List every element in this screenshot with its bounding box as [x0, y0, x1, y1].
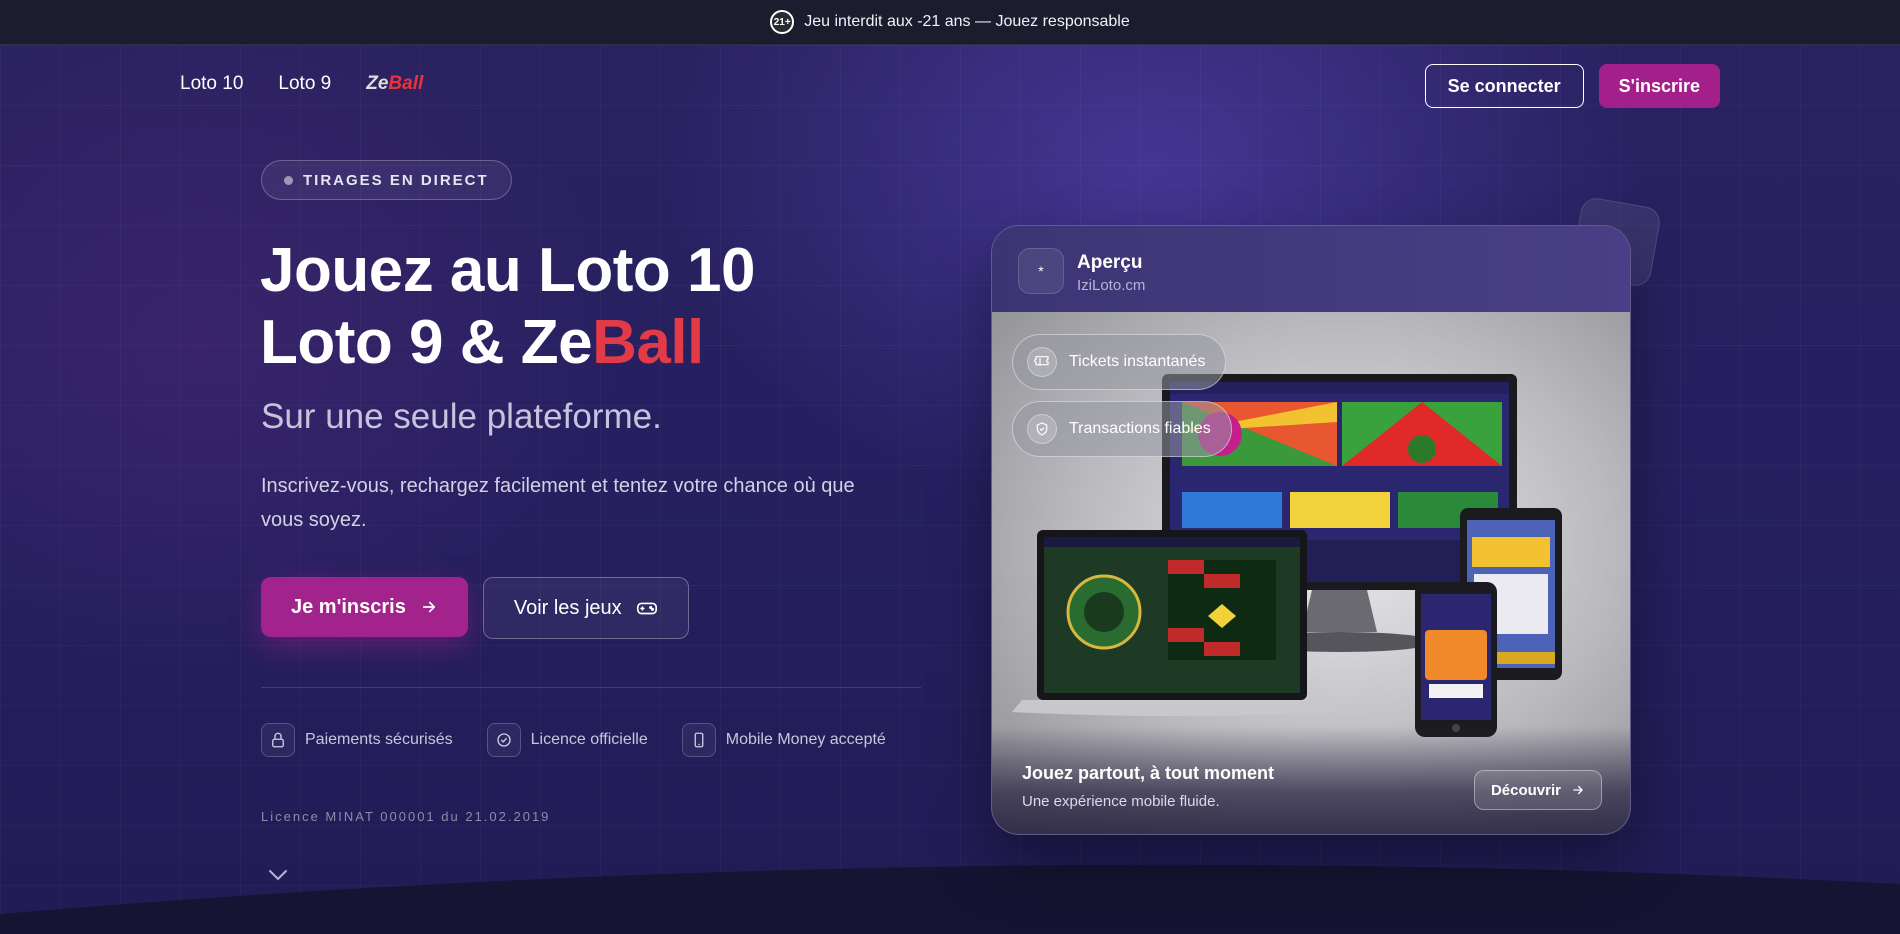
ticket-icon — [1027, 347, 1057, 377]
feature-label: Mobile Money accepté — [725, 731, 886, 748]
headline-line-2: Loto 9 & Ze — [260, 308, 593, 377]
license-text: Licence MINAT 000001 du 21.02.2019 — [261, 809, 551, 824]
arrow-right-icon — [1573, 785, 1583, 795]
cta-row: Je m'inscris Voir les jeux — [261, 577, 689, 639]
arrow-right-icon — [422, 601, 435, 613]
bottom-wave — [0, 864, 1900, 934]
zeball-logo-ball: Ball — [388, 73, 424, 94]
check-badge-icon — [486, 723, 521, 757]
register-cta-label: Je m'inscris — [291, 595, 406, 618]
preview-title: Aperçu — [1077, 252, 1143, 273]
reliable-transactions-pill: Transactions fiables — [1012, 401, 1232, 457]
signup-button[interactable]: S'inscrire — [1598, 64, 1720, 108]
preview-card-footer: Jouez partout, à tout moment Une expérie… — [992, 726, 1630, 834]
lock-icon — [261, 723, 295, 757]
reliable-transactions-label: Transactions fiables — [1069, 420, 1211, 437]
live-dot-icon — [284, 175, 293, 185]
live-draws-badge: TIRAGES EN DIRECT — [261, 160, 512, 200]
trust-features: Paiements sécurisés Licence officielle M… — [261, 723, 886, 757]
login-button[interactable]: Se connecter — [1424, 64, 1584, 108]
hero-section: Loto 10 Loto 9 ZeBall Se connecter S'ins… — [0, 45, 1900, 934]
headline-line-1: Jouez au Loto 10 — [260, 236, 755, 305]
feature-label: Paiements sécurisés — [305, 731, 453, 748]
preview-avatar-icon: * — [1018, 248, 1064, 294]
instant-tickets-label: Tickets instantanés — [1069, 353, 1206, 370]
preview-footer-subtitle: Une expérience mobile fluide. — [1022, 793, 1220, 810]
feature-label: Licence officielle — [530, 731, 648, 748]
preview-card: * Aperçu IziLoto.cm Tickets instantanés … — [991, 225, 1631, 835]
discover-label: Découvrir — [1490, 781, 1561, 799]
preview-image: Tickets instantanés Transactions fiables… — [992, 312, 1630, 834]
nav-link-loto-10[interactable]: Loto 10 — [180, 73, 243, 95]
preview-subtitle: IziLoto.cm — [1077, 277, 1146, 294]
view-games-button[interactable]: Voir les jeux — [482, 577, 689, 639]
live-draws-label: TIRAGES EN DIRECT — [303, 171, 489, 189]
subheadline: Sur une seule plateforme. — [261, 397, 662, 436]
instant-tickets-pill: Tickets instantanés — [1012, 334, 1227, 390]
age-warning-bar: 21+ Jeu interdit aux -21 ans — Jouez res… — [0, 0, 1900, 45]
phone-icon — [681, 723, 716, 757]
nav-link-zeball[interactable]: ZeBall — [366, 73, 423, 95]
feature-official-license: Licence officielle — [486, 723, 648, 757]
preview-footer-title: Jouez partout, à tout moment — [1022, 763, 1274, 783]
auth-buttons: Se connecter S'inscrire — [1424, 64, 1720, 108]
preview-card-header: * Aperçu IziLoto.cm — [992, 226, 1630, 312]
headline-ball-word: Ball — [592, 308, 704, 377]
feature-mobile-money: Mobile Money accepté — [681, 723, 886, 757]
age-warning-text: Jeu interdit aux -21 ans — Jouez respons… — [804, 13, 1130, 30]
gamepad-icon — [636, 602, 657, 615]
nav-link-loto-9[interactable]: Loto 9 — [278, 73, 331, 95]
register-cta-button[interactable]: Je m'inscris — [261, 577, 468, 637]
hero-description: Inscrivez-vous, rechargez facilement et … — [261, 475, 855, 531]
discover-button[interactable]: Découvrir — [1473, 770, 1602, 810]
main-nav: Loto 10 Loto 9 ZeBall — [180, 73, 423, 95]
page-title: Jouez au Loto 10 Loto 9 & ZeBall — [260, 235, 755, 379]
view-games-label: Voir les jeux — [513, 596, 622, 619]
feature-secure-payments: Paiements sécurisés — [261, 723, 453, 757]
zeball-logo-ze: Ze — [366, 73, 389, 94]
age-21-badge-icon: 21+ — [770, 10, 795, 34]
divider — [261, 687, 921, 688]
shield-check-icon — [1027, 414, 1057, 444]
